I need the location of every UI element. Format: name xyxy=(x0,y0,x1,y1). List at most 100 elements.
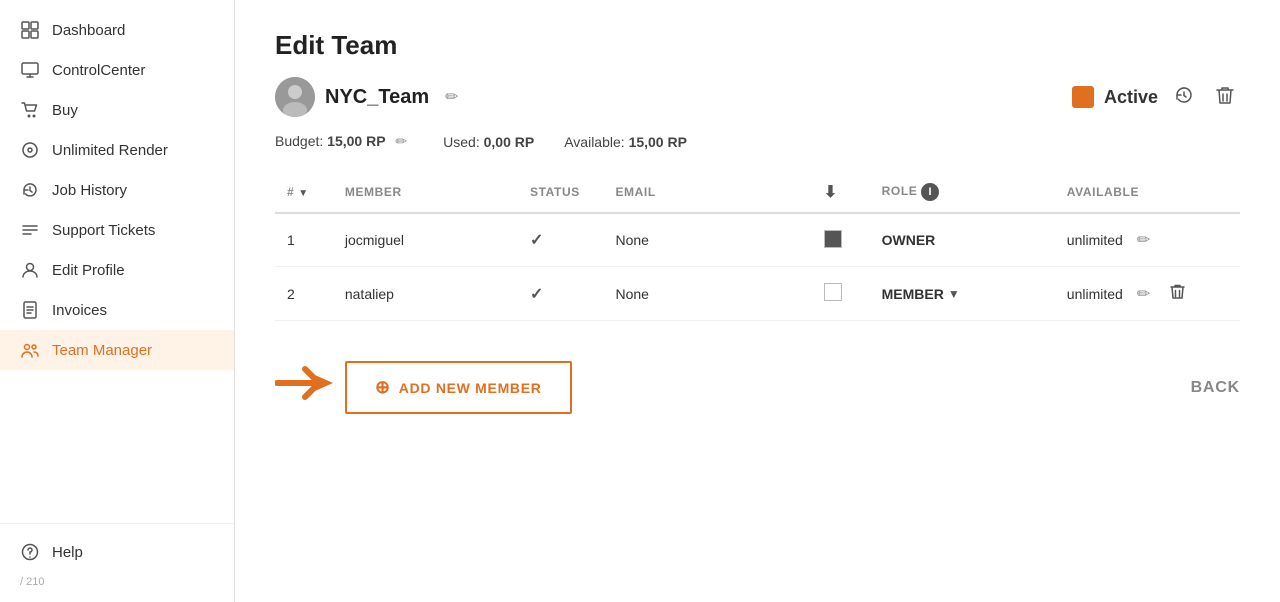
footer-text: / 210 xyxy=(0,572,234,592)
add-member-button[interactable]: ⊕ ADD NEW MEMBER xyxy=(345,361,572,414)
row-available: unlimited ✏ xyxy=(1055,267,1240,321)
status-label: Active xyxy=(1104,87,1158,108)
used-value: 0,00 RP xyxy=(484,134,535,150)
budget-row: Budget: 15,00 RP ✏ Used: 0,00 RP Availab… xyxy=(275,131,1240,152)
grid-icon xyxy=(20,20,40,40)
sort-arrow-icon: ▼ xyxy=(298,188,309,199)
col-header-status: STATUS xyxy=(518,172,603,213)
row-email: None xyxy=(603,213,811,267)
sidebar: Dashboard ControlCenter Buy Unlimit xyxy=(0,0,235,602)
sidebar-item-label: Edit Profile xyxy=(52,262,125,279)
status-indicator xyxy=(1072,86,1094,108)
team-header: NYC_Team ✏ Active xyxy=(275,77,1240,117)
sidebar-item-label: Job History xyxy=(52,182,127,199)
edit-budget-button[interactable]: ✏ xyxy=(389,131,413,152)
bottom-actions: ⊕ ADD NEW MEMBER BACK xyxy=(275,351,1240,414)
row-available: unlimited ✏ xyxy=(1055,213,1240,267)
team-icon xyxy=(20,340,40,360)
edit-team-name-button[interactable]: ✏ xyxy=(439,85,464,109)
team-name: NYC_Team xyxy=(325,86,429,109)
team-name-row: NYC_Team ✏ xyxy=(275,77,465,117)
status-check-icon: ✓ xyxy=(530,232,543,249)
arrow-icon xyxy=(275,361,335,414)
table-row: 2 nataliep ✓ None MEMBER ▼ unli xyxy=(275,267,1240,321)
sidebar-item-label: Help xyxy=(52,544,83,561)
checkbox-icon[interactable] xyxy=(824,230,842,248)
status-row: Active xyxy=(1072,83,1240,112)
role-info-icon[interactable]: i xyxy=(921,183,939,201)
row-email: None xyxy=(603,267,811,321)
col-header-download: ⬇ xyxy=(812,172,870,213)
plus-icon: ⊕ xyxy=(375,377,391,398)
edit-available-button[interactable]: ✏ xyxy=(1131,282,1156,306)
sidebar-item-invoices[interactable]: Invoices xyxy=(0,290,234,330)
table-row: 1 jocmiguel ✓ None OWNER unlimited ✏ xyxy=(275,213,1240,267)
used-label: Used: xyxy=(443,134,480,150)
cart-icon xyxy=(20,100,40,120)
sidebar-item-buy[interactable]: Buy xyxy=(0,90,234,130)
sidebar-item-label: ControlCenter xyxy=(52,62,145,79)
sidebar-item-dashboard[interactable]: Dashboard xyxy=(0,10,234,50)
sidebar-item-edit-profile[interactable]: Edit Profile xyxy=(0,250,234,290)
col-header-email: EMAIL xyxy=(603,172,811,213)
download-icon: ⬇ xyxy=(824,184,838,201)
sidebar-item-label: Support Tickets xyxy=(52,222,155,239)
sidebar-item-label: Unlimited Render xyxy=(52,142,168,159)
avatar xyxy=(275,77,315,117)
available-label: Available: xyxy=(564,134,624,150)
available-val: unlimited xyxy=(1067,232,1123,248)
list-icon xyxy=(20,220,40,240)
delete-team-button[interactable] xyxy=(1210,83,1240,112)
role-label: MEMBER xyxy=(882,286,944,302)
col-header-available: AVAILABLE xyxy=(1055,172,1240,213)
role-dropdown-button[interactable]: ▼ xyxy=(948,287,960,301)
add-member-label: ADD NEW MEMBER xyxy=(399,380,542,396)
status-check-icon: ✓ xyxy=(530,286,543,303)
row-num: 2 xyxy=(275,267,333,321)
sidebar-item-label: Team Manager xyxy=(52,342,152,359)
monitor-icon xyxy=(20,60,40,80)
sidebar-item-control-center[interactable]: ControlCenter xyxy=(0,50,234,90)
row-member: jocmiguel xyxy=(333,213,518,267)
sidebar-item-label: Buy xyxy=(52,102,78,119)
sidebar-item-label: Invoices xyxy=(52,302,107,319)
col-header-member: MEMBER xyxy=(333,172,518,213)
table-body: 1 jocmiguel ✓ None OWNER unlimited ✏ xyxy=(275,213,1240,321)
sidebar-item-support-tickets[interactable]: Support Tickets xyxy=(0,210,234,250)
delete-member-button[interactable] xyxy=(1164,281,1191,306)
back-button[interactable]: BACK xyxy=(1191,379,1240,397)
disc-icon xyxy=(20,140,40,160)
col-header-role: ROLE i xyxy=(870,172,1055,213)
row-role: MEMBER ▼ xyxy=(870,267,1055,321)
members-table: # ▼ MEMBER STATUS EMAIL ⬇ ROLE i AVAILAB… xyxy=(275,172,1240,321)
history-icon xyxy=(20,180,40,200)
available-value: 15,00 RP xyxy=(629,134,687,150)
role-label: OWNER xyxy=(882,232,936,248)
row-status: ✓ xyxy=(518,267,603,321)
col-header-num[interactable]: # ▼ xyxy=(275,172,333,213)
help-icon xyxy=(20,542,40,562)
row-num: 1 xyxy=(275,213,333,267)
sidebar-item-team-manager[interactable]: Team Manager xyxy=(0,330,234,370)
add-member-area: ⊕ ADD NEW MEMBER xyxy=(275,361,572,414)
sidebar-item-job-history[interactable]: Job History xyxy=(0,170,234,210)
sidebar-item-help[interactable]: Help xyxy=(0,532,234,572)
page-title: Edit Team xyxy=(275,30,1240,61)
row-checkbox[interactable] xyxy=(812,213,870,267)
sidebar-item-unlimited-render[interactable]: Unlimited Render xyxy=(0,130,234,170)
main-content: Edit Team NYC_Team ✏ Active xyxy=(235,0,1280,602)
row-checkbox[interactable] xyxy=(812,267,870,321)
table-header: # ▼ MEMBER STATUS EMAIL ⬇ ROLE i AVAILAB… xyxy=(275,172,1240,213)
budget-value: 15,00 RP xyxy=(327,133,385,149)
edit-available-button[interactable]: ✏ xyxy=(1131,228,1156,252)
budget-label: Budget: xyxy=(275,133,323,149)
checkbox-icon[interactable] xyxy=(824,283,842,301)
row-role: OWNER xyxy=(870,213,1055,267)
available-val: unlimited xyxy=(1067,286,1123,302)
person-icon xyxy=(20,260,40,280)
row-member: nataliep xyxy=(333,267,518,321)
document-icon xyxy=(20,300,40,320)
row-status: ✓ xyxy=(518,213,603,267)
history-button[interactable] xyxy=(1168,83,1200,112)
sidebar-item-label: Dashboard xyxy=(52,22,125,39)
